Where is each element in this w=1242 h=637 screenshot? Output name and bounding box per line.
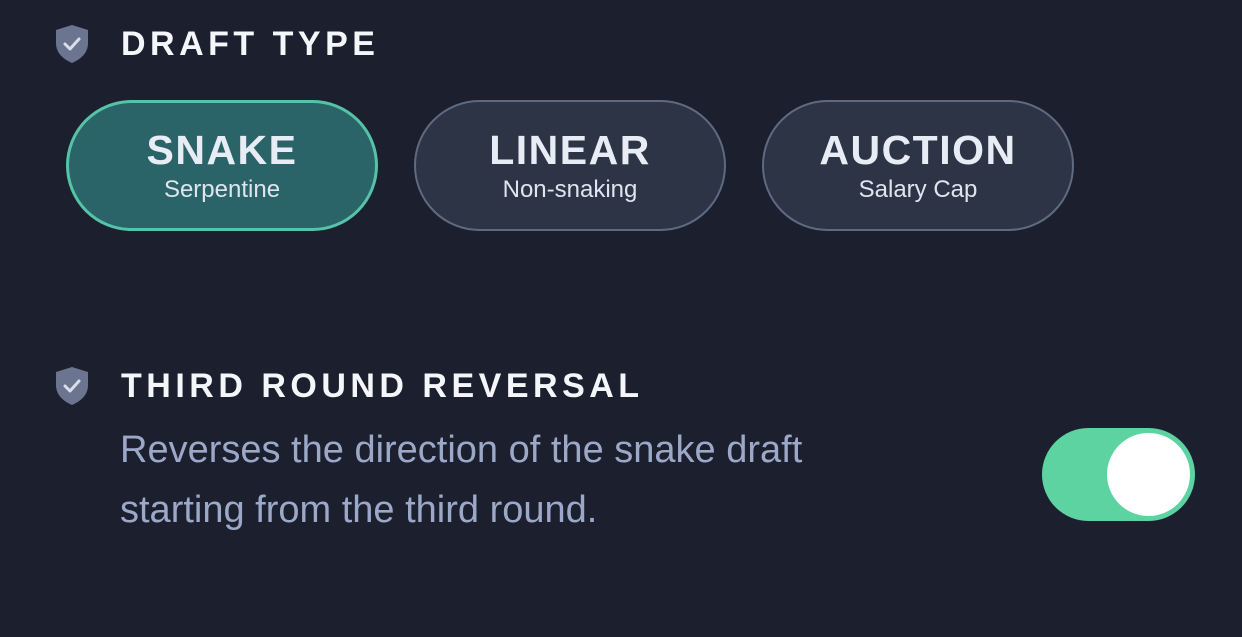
auction-option-button[interactable]: AUCTION Salary Cap [762, 100, 1074, 231]
toggle-knob [1107, 433, 1190, 516]
snake-option-sublabel: Serpentine [163, 175, 281, 203]
snake-option-button[interactable]: SNAKE Serpentine [66, 100, 378, 231]
draft-settings-page: DRAFT TYPE SNAKE Serpentine LINEAR Non-s… [0, 0, 1242, 637]
description-line-1: Reverses the direction of the snake draf… [120, 429, 803, 471]
third-round-reversal-toggle[interactable] [1042, 428, 1195, 521]
snake-option-label: SNAKE [146, 126, 298, 173]
auction-option-sublabel: Salary Cap [858, 175, 978, 203]
draft-type-options: SNAKE Serpentine LINEAR Non-snaking AUCT… [66, 100, 1074, 231]
auction-option-label: AUCTION [819, 126, 1017, 173]
linear-option-label: LINEAR [489, 126, 651, 173]
third-round-reversal-title: THIRD ROUND REVERSAL [121, 367, 644, 405]
description-line-2: starting from the third round. [120, 489, 598, 531]
third-round-reversal-description: Reverses the direction of the snake draf… [120, 420, 920, 540]
shield-check-icon [56, 25, 88, 63]
linear-option-button[interactable]: LINEAR Non-snaking [414, 100, 726, 231]
draft-type-header: DRAFT TYPE [54, 24, 379, 64]
shield-check-icon [56, 367, 88, 405]
draft-type-title: DRAFT TYPE [121, 25, 380, 63]
third-round-reversal-header: THIRD ROUND REVERSAL [54, 366, 644, 406]
linear-option-sublabel: Non-snaking [502, 175, 638, 203]
